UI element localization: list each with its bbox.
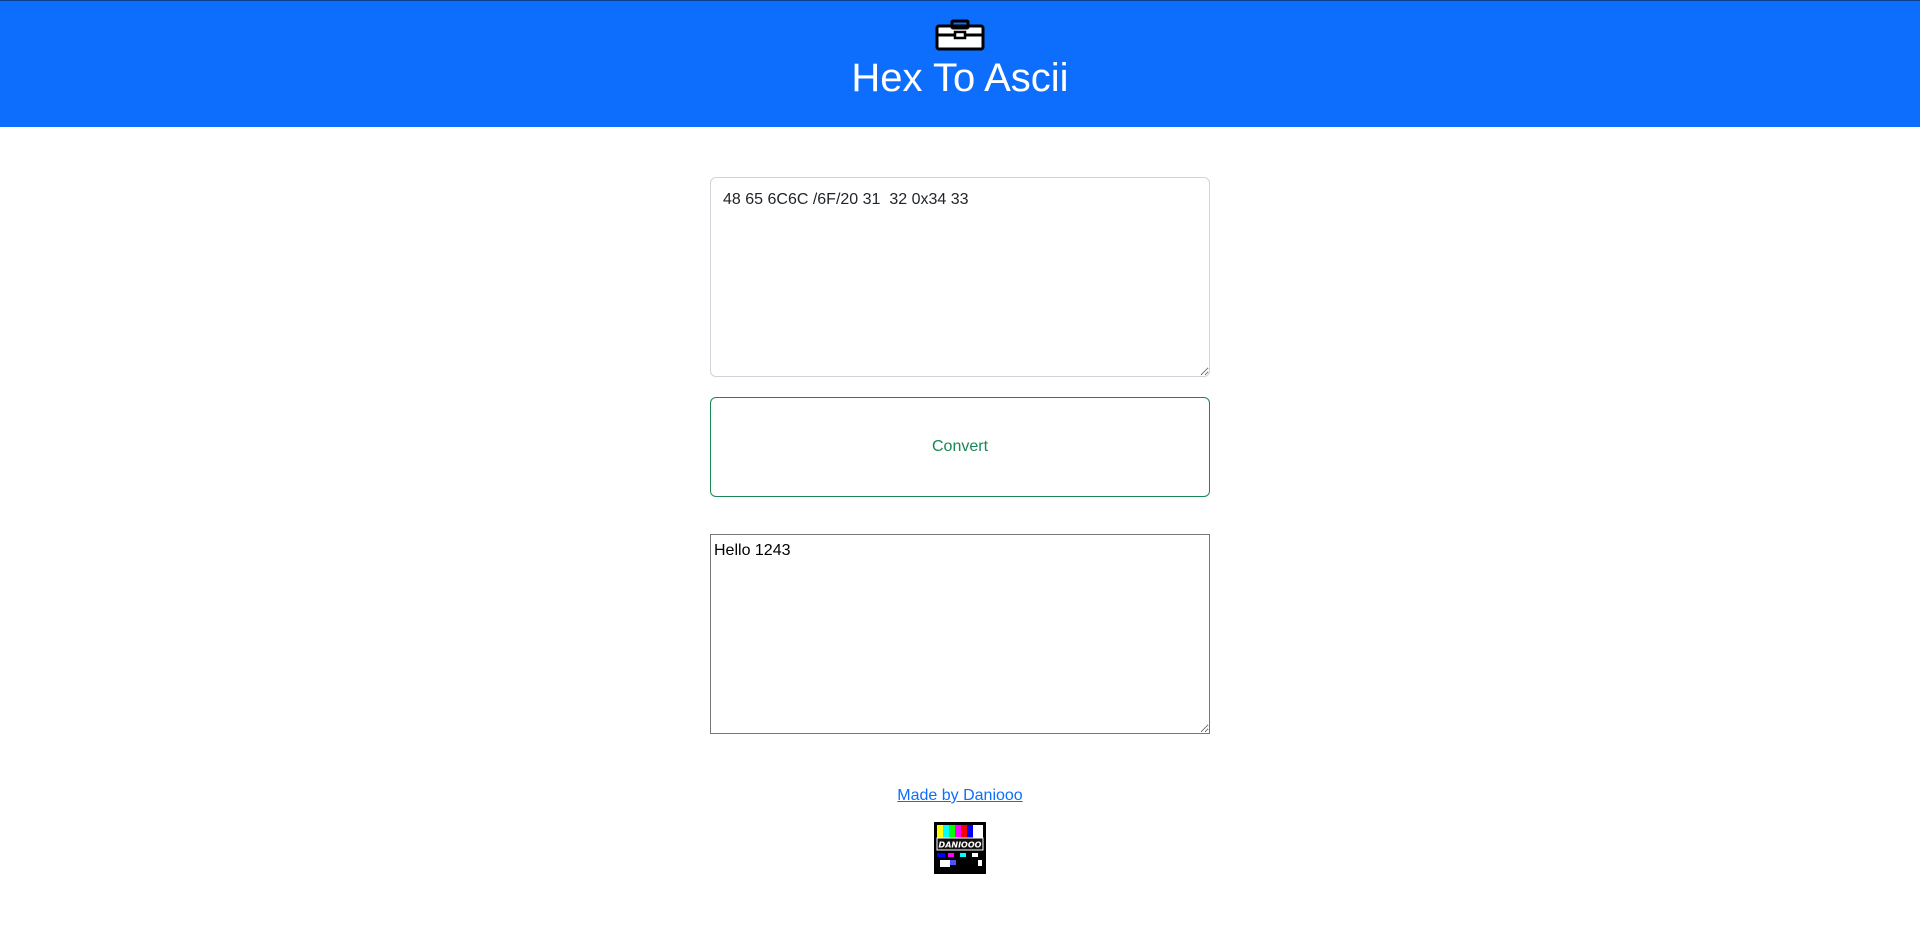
toolbox-icon — [935, 19, 985, 51]
made-by-link[interactable]: Made by Daniooo — [897, 787, 1022, 804]
hex-input[interactable]: 48 65 6C6C /6F/20 31 32 0x34 33 — [710, 177, 1210, 377]
page-title: Hex To Ascii — [851, 56, 1069, 100]
ascii-output[interactable]: Hello 1243 — [710, 534, 1210, 734]
daniooo-logo: DANIOOO — [934, 822, 986, 874]
logo-text: DANIOOO — [939, 841, 982, 850]
footer: Made by Daniooo — [0, 784, 1920, 808]
convert-button[interactable]: Convert — [710, 397, 1210, 497]
converter-form: 48 65 6C6C /6F/20 31 32 0x34 33 Convert … — [710, 177, 1210, 734]
page-header: Hex To Ascii — [0, 0, 1920, 127]
